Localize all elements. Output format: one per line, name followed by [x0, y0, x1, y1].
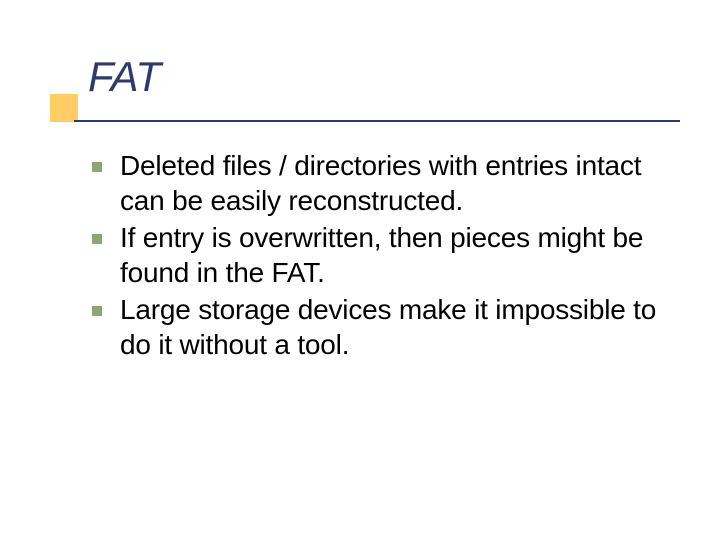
bullet-item: Deleted files / directories with entries… — [92, 148, 680, 218]
bullet-item: If entry is overwritten, then pieces mig… — [92, 220, 680, 290]
title-underline — [74, 120, 680, 122]
slide-title: FAT — [88, 56, 161, 98]
bullet-text: Large storage devices make it impossible… — [120, 292, 680, 362]
slide-content: Deleted files / directories with entries… — [92, 148, 680, 364]
bullet-text: If entry is overwritten, then pieces mig… — [120, 220, 680, 290]
bullet-square-icon — [92, 306, 102, 316]
bullet-text: Deleted files / directories with entries… — [120, 148, 680, 218]
bullet-item: Large storage devices make it impossible… — [92, 292, 680, 362]
title-accent-box — [50, 94, 78, 122]
bullet-square-icon — [92, 162, 102, 172]
bullet-square-icon — [92, 234, 102, 244]
